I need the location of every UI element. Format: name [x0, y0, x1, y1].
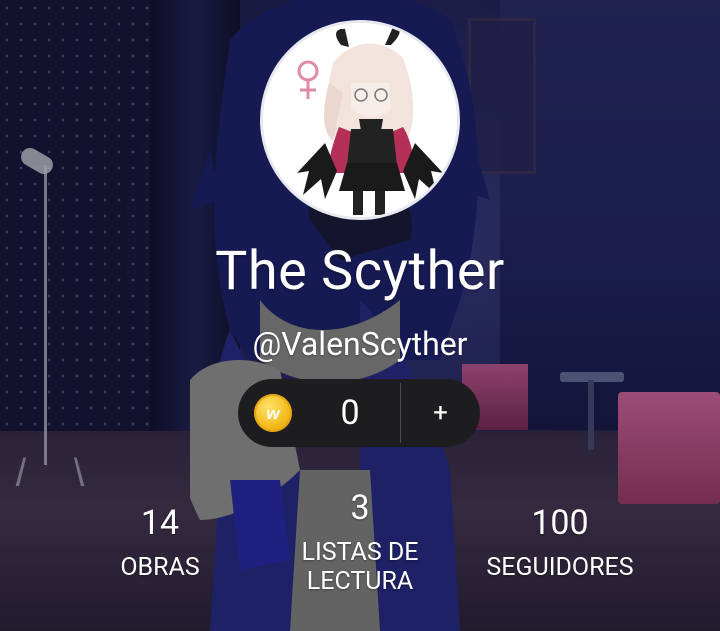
add-coins-button[interactable]: + — [401, 379, 480, 447]
stat-works-count: 14 — [140, 503, 180, 543]
stat-works-label: OBRAS — [120, 553, 200, 582]
stat-followers[interactable]: 100 SEGUIDORES — [460, 506, 660, 583]
profile-display-name: The Scyther — [215, 240, 505, 303]
stat-followers-count: 100 — [531, 503, 589, 543]
svg-text:w: w — [266, 404, 281, 423]
wattpad-coin-icon: w — [254, 394, 292, 432]
profile-username: @ValenScyther — [252, 325, 468, 363]
stat-reading-lists-count: 3 — [350, 488, 370, 528]
coins-pill: w 0 + — [238, 379, 480, 447]
avatar-illustration — [263, 23, 457, 217]
stat-reading-lists-label: LISTAS DE LECTURA — [301, 538, 419, 596]
coin-count: 0 — [340, 393, 360, 433]
stat-followers-label: SEGUIDORES — [486, 553, 634, 582]
stat-reading-lists[interactable]: 3 LISTAS DE LECTURA — [270, 491, 450, 597]
profile-avatar[interactable] — [260, 20, 460, 220]
stat-works[interactable]: 14 OBRAS — [100, 506, 220, 583]
